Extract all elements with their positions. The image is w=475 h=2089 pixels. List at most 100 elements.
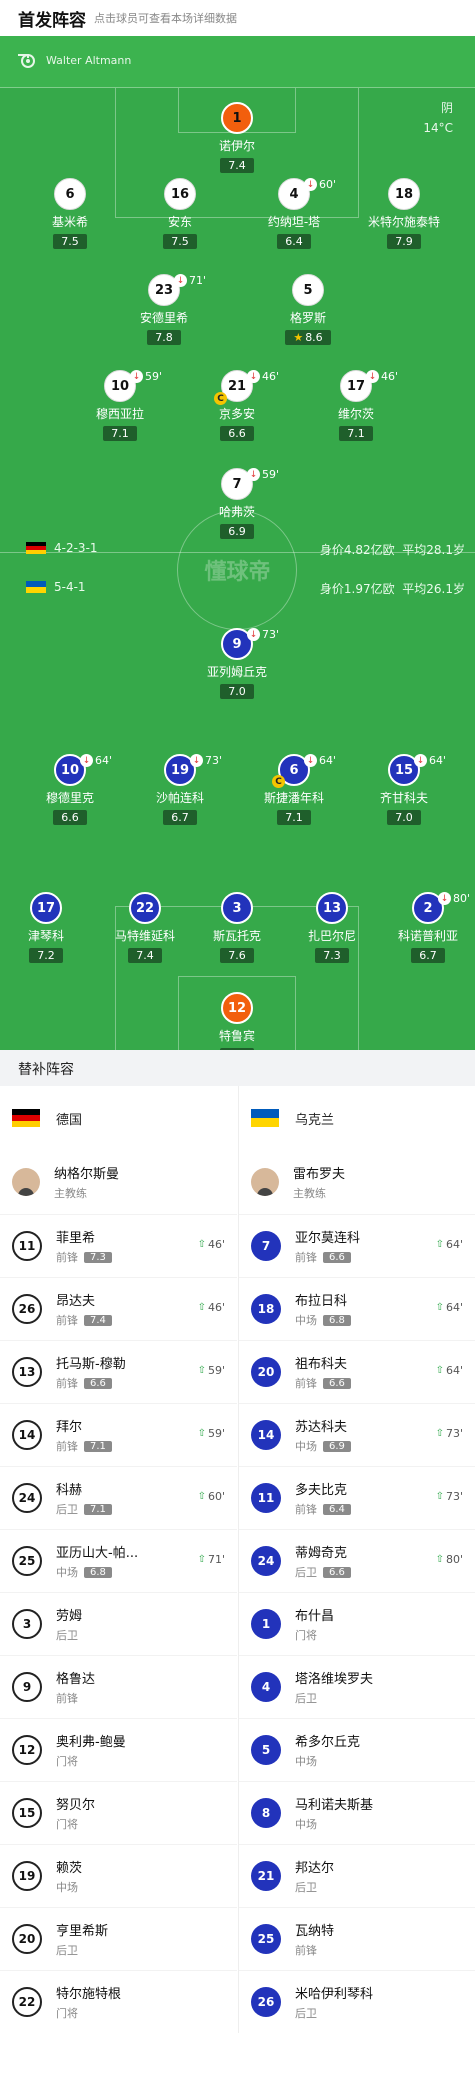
player-name: 基米希 [51, 215, 88, 229]
sub-in-icon: ⇧ [197, 1554, 206, 1565]
away-player[interactable]: 12特鲁宾8.5 [187, 992, 287, 1050]
list-item[interactable]: 8 马利诺夫斯基 中场 [239, 1781, 475, 1844]
list-item[interactable]: 15 努贝尔 门将 [0, 1781, 237, 1844]
away-player[interactable]: 3 斯瓦托克 7.6 [187, 892, 287, 963]
list-item[interactable]: 22 特尔施特根 门将 [0, 1970, 237, 2033]
away-player[interactable]: 6 C ↓ 64' 斯捷潘年科 7.1 [244, 754, 344, 825]
player-position: 门将 [56, 2007, 78, 2020]
player-name: 蒂姆奇克 [295, 1546, 348, 1561]
away-player[interactable]: 2 ↓ 80' 科诺普利亚 6.7 [378, 892, 475, 963]
player-name: 米哈伊利琴科 [295, 1987, 374, 2002]
player-rating: 6.6 [323, 1377, 351, 1389]
list-item[interactable]: 12 奥利弗-鲍曼 门将 [0, 1718, 237, 1781]
weather-condition: 阴 [440, 101, 453, 115]
home-player[interactable]: 4 ↓ 60' 约纳坦-塔 6.4 [244, 178, 344, 249]
away-player[interactable]: 22 马特维延科 7.4 [95, 892, 195, 963]
away-value: 身价1.97亿欧 [319, 582, 395, 596]
player-position: 中场 [295, 1818, 317, 1831]
jersey-number: 14 [12, 1420, 42, 1450]
list-item[interactable]: 20 祖布科夫 前锋 6.6 ⇧ 64' [239, 1340, 475, 1403]
lineup-title: 首发阵容 [18, 10, 86, 31]
player-rating: 6.6 [323, 1566, 351, 1578]
list-item[interactable]: 14 苏达科夫 中场 6.9 ⇧ 73' [239, 1403, 475, 1466]
away-player[interactable]: 9 ↓ 73' 亚列姆丘克 7.0 [187, 628, 287, 699]
home-player[interactable]: 17 ↓ 46' 维尔茨 7.1 [306, 370, 406, 441]
list-item[interactable]: 24 蒂姆奇克 后卫 6.6 ⇧ 80' [239, 1529, 475, 1592]
player-name: 亚尔莫连科 [295, 1231, 361, 1246]
home-player[interactable]: 10 ↓ 59' 穆西亚拉 7.1 [70, 370, 170, 441]
list-item[interactable]: 11 多夫比克 前锋 6.4 ⇧ 73' [239, 1466, 475, 1529]
home-player[interactable]: 1 诺伊尔 7.4 [187, 102, 287, 173]
list-item[interactable]: 1 布什昌 门将 [239, 1592, 475, 1655]
away-player[interactable]: 17 津琴科 7.2 [0, 892, 96, 963]
sub-off-icon: ↓ [304, 754, 317, 767]
away-team-value: 身价1.97亿欧 平均26.1岁 [320, 580, 465, 597]
sub-in-icon: ⇧ [197, 1428, 206, 1439]
sub-off-icon: ↓ [80, 754, 93, 767]
away-player[interactable]: 19 ↓ 73' 沙帕连科 6.7 [130, 754, 230, 825]
list-item[interactable]: 25 亚历山大-帕... 中场 6.8 ⇧ 71' [0, 1529, 237, 1592]
list-item[interactable]: 26 米哈伊利琴科 后卫 [239, 1970, 475, 2033]
home-player[interactable]: 6 基米希 7.5 [20, 178, 120, 249]
sub-off-icon: ↓ [247, 468, 260, 481]
player-name: 特鲁宾 [218, 1029, 255, 1043]
referee-name: Walter Altmann [46, 54, 132, 67]
list-item[interactable]: 11 菲里希 前锋 7.3 ⇧ 46' [0, 1214, 237, 1277]
list-item[interactable]: 4 塔洛维埃罗夫 后卫 [239, 1655, 475, 1718]
player-name: 劳姆 [56, 1609, 83, 1624]
list-item[interactable]: 20 亨里希斯 后卫 [0, 1907, 237, 1970]
sub-in-indicator: ⇧ 80' [435, 1553, 463, 1566]
player-rating: 6.6 [220, 426, 254, 441]
player-rating: 6.8 [323, 1314, 351, 1326]
list-item[interactable]: 14 拜尔 前锋 7.1 ⇧ 59' [0, 1403, 237, 1466]
list-item[interactable]: 18 布拉日科 中场 6.8 ⇧ 64' [239, 1277, 475, 1340]
jersey-number: 25 [12, 1546, 42, 1576]
home-player[interactable]: 7 ↓ 59' 哈弗茨 6.9 [187, 468, 287, 539]
sub-off-icon: ↓ [414, 754, 427, 767]
player-name: 约纳坦-塔 [267, 215, 321, 229]
player-position: 后卫 [56, 1629, 78, 1642]
sub-in-indicator: ⇧ 73' [435, 1490, 463, 1503]
list-item[interactable]: 26 昂达夫 前锋 7.4 ⇧ 46' [0, 1277, 237, 1340]
away-coach-row[interactable]: 雷布罗夫 主教练 [239, 1150, 475, 1214]
player-name: 亚列姆丘克 [206, 665, 267, 679]
list-item[interactable]: 3 劳姆 后卫 [0, 1592, 237, 1655]
player-rating: 7.0 [220, 684, 254, 699]
player-position: 中场 [295, 1755, 317, 1768]
list-item[interactable]: 19 赖茨 中场 [0, 1844, 237, 1907]
sub-in-icon: ⇧ [435, 1428, 444, 1439]
list-item[interactable]: 5 希多尔丘克 中场 [239, 1718, 475, 1781]
sub-in-icon: ⇧ [197, 1365, 206, 1376]
home-player[interactable]: 16 安东 7.5 [130, 178, 230, 249]
player-position: 后卫 [295, 2007, 317, 2020]
list-item[interactable]: 13 托马斯-穆勒 前锋 6.6 ⇧ 59' [0, 1340, 237, 1403]
player-position: 前锋 [295, 1503, 317, 1516]
list-item[interactable]: 24 科赫 后卫 7.1 ⇧ 60' [0, 1466, 237, 1529]
player-rating: 7.6 [220, 948, 254, 963]
list-item[interactable]: 25 瓦纳特 前锋 [239, 1907, 475, 1970]
list-item[interactable]: 9 格鲁达 前锋 [0, 1655, 237, 1718]
jersey-number: 3 [221, 892, 253, 924]
away-player[interactable]: 13 扎巴尔尼 7.3 [282, 892, 382, 963]
away-coach-name: 雷布罗夫 [293, 1167, 346, 1182]
player-name: 昂达夫 [56, 1294, 96, 1309]
home-coach-name: 纳格尔斯曼 [54, 1167, 120, 1182]
home-player[interactable]: 21 C ↓ 46' 京多安 6.6 [187, 370, 287, 441]
jersey-number: 9 [12, 1672, 42, 1702]
home-player[interactable]: 5 格罗斯 ★ 8.6 [258, 274, 358, 345]
home-player[interactable]: 18 米特尔施泰特 7.9 [354, 178, 454, 249]
home-coach-row[interactable]: 纳格尔斯曼 主教练 [0, 1150, 237, 1214]
list-item[interactable]: 7 亚尔莫连科 前锋 6.6 ⇧ 64' [239, 1214, 475, 1277]
weather: 阴 14°C [423, 98, 453, 138]
away-player[interactable]: 10 ↓ 64' 穆德里克 6.6 [20, 754, 120, 825]
lineup-header: 首发阵容 点击球员可查看本场详细数据 [0, 0, 475, 36]
away-player[interactable]: 15 ↓ 64' 齐甘科夫 7.0 [354, 754, 454, 825]
sub-in-icon: ⇧ [435, 1302, 444, 1313]
home-value: 身价4.82亿欧 [319, 543, 395, 557]
player-position: 后卫 [295, 1692, 317, 1705]
player-rating: 7.5 [163, 234, 197, 249]
player-name: 塔洛维埃罗夫 [295, 1672, 374, 1687]
sub-off-icon: ↓ [247, 628, 260, 641]
list-item[interactable]: 21 邦达尔 后卫 [239, 1844, 475, 1907]
home-player[interactable]: 23 ↓ 71' 安德里希 7.8 [114, 274, 214, 345]
